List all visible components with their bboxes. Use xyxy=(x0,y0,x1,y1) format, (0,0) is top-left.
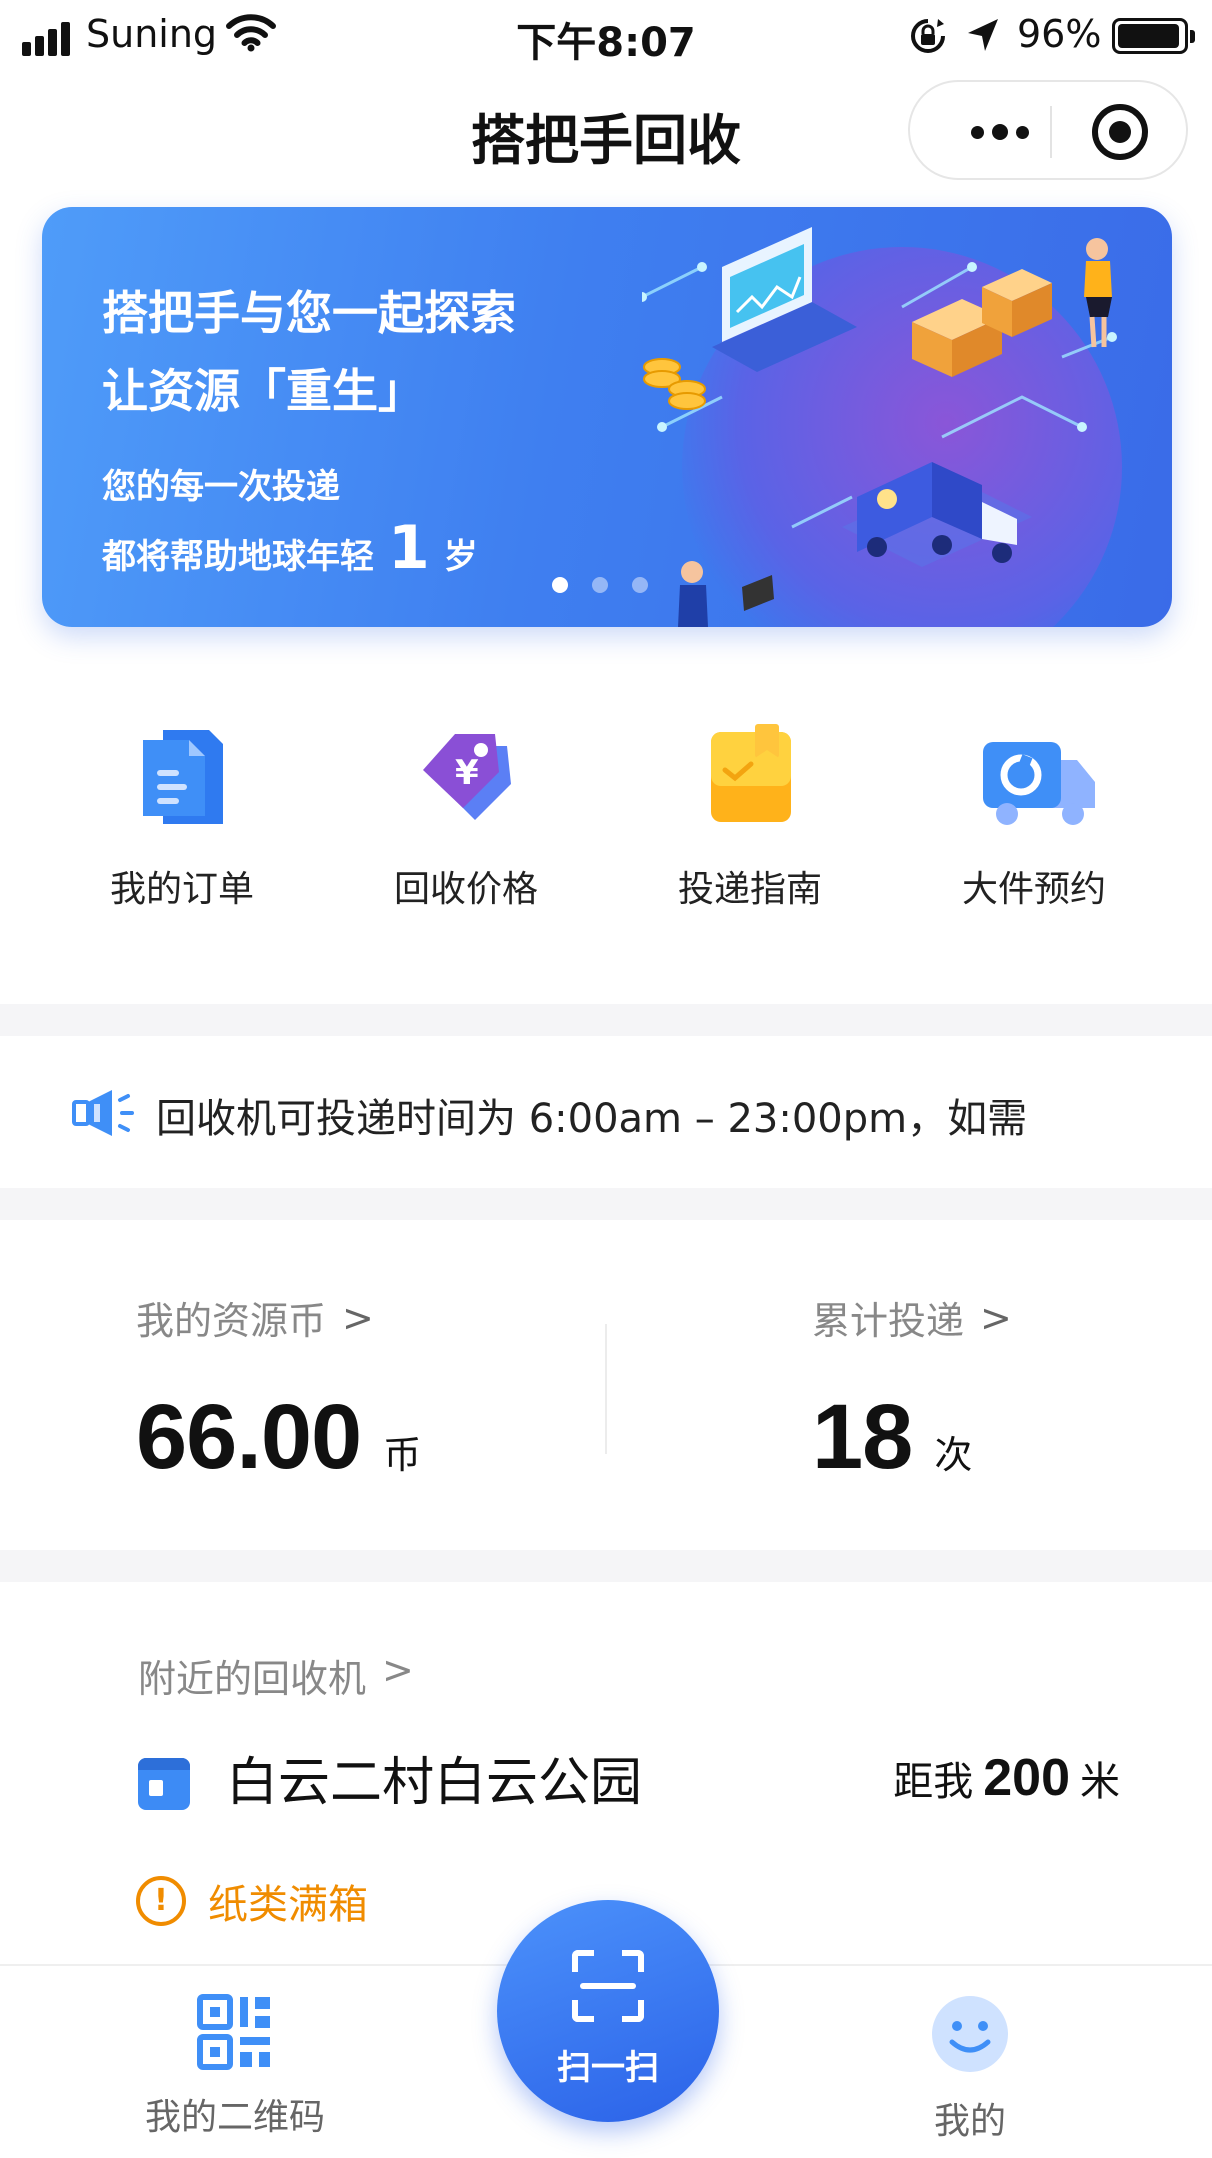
section-divider xyxy=(0,1550,1212,1582)
guide-folder-icon xyxy=(695,720,805,830)
machine-status-warning: ! 纸类满箱 xyxy=(136,1872,368,1930)
price-tag-icon: ¥ xyxy=(411,720,521,830)
more-icon[interactable] xyxy=(952,110,1048,154)
pagination-dot[interactable] xyxy=(592,577,608,593)
recycling-illustration xyxy=(642,227,1117,627)
close-target-icon[interactable] xyxy=(1092,104,1148,160)
tab-mine[interactable]: 我的 xyxy=(880,1994,1060,2144)
delivery-unit: 次 xyxy=(934,1433,973,1477)
mini-program-capsule xyxy=(908,80,1188,180)
chevron-right-icon: > xyxy=(342,1295,374,1340)
stats-panel: 我的资源币 > 66.00 币 累计投递 > 18 次 xyxy=(0,1220,1212,1550)
stats-divider xyxy=(605,1324,607,1454)
tab-label: 我的二维码 xyxy=(144,2097,325,2138)
quick-action-label: 回收价格 xyxy=(393,869,538,910)
banner-subtext-suffix: 岁 xyxy=(443,537,478,577)
capsule-divider xyxy=(1050,106,1052,158)
banner-headline-1: 搭把手与您一起探索 xyxy=(102,286,516,340)
machine-distance: 距我 200 米 xyxy=(893,1748,1120,1808)
notice-text: 回收机可投递时间为 6:00am – 23:00pm，如需 xyxy=(156,1096,1028,1142)
quick-action-recycle-price[interactable]: ¥ 回收价格 xyxy=(336,720,596,912)
coin-balance: 66.00 xyxy=(136,1386,362,1488)
stat-resource-coins[interactable]: 我的资源币 > 66.00 币 xyxy=(136,1290,421,1490)
banner-headline-2: 让资源「重生」 xyxy=(102,364,424,418)
quick-actions: 我的订单 ¥ 回收价格 投递指南 大件预约 xyxy=(0,720,1212,940)
distance-value: 200 xyxy=(983,1749,1070,1807)
scan-label: 扫一扫 xyxy=(557,2048,659,2088)
qr-code-icon xyxy=(197,1994,270,2070)
scan-icon xyxy=(572,1950,644,2022)
pagination-dot[interactable] xyxy=(552,577,568,593)
battery-icon xyxy=(1112,18,1195,54)
banner-years-number: 1 xyxy=(388,513,430,583)
battery-percent: 96% xyxy=(1017,12,1102,56)
scan-button[interactable]: 扫一扫 xyxy=(497,1900,719,2122)
tab-label: 我的 xyxy=(933,2101,1006,2142)
machine-name[interactable]: 白云二村白云公园 xyxy=(226,1740,642,1815)
location-arrow-icon xyxy=(968,19,998,51)
banner-subtext-prefix: 都将帮助地球年轻 xyxy=(102,537,374,577)
distance-unit: 米 xyxy=(1080,1759,1120,1805)
nearby-header[interactable]: 附近的回收机 > xyxy=(138,1648,414,1703)
status-bar: Suning 下午8:07 96% xyxy=(0,0,1212,70)
stat-label: 累计投递 xyxy=(812,1299,965,1343)
document-icon xyxy=(127,720,237,830)
quick-action-bulky-booking[interactable]: 大件预约 xyxy=(904,720,1164,912)
warning-text: 纸类满箱 xyxy=(208,1882,368,1928)
banner-subtext-1: 您的每一次投递 xyxy=(102,467,340,507)
coin-unit: 币 xyxy=(383,1433,422,1477)
promo-banner[interactable]: 搭把手与您一起探索 让资源「重生」 您的每一次投递 都将帮助地球年轻 1 岁 xyxy=(42,207,1172,627)
quick-action-label: 投递指南 xyxy=(677,869,822,910)
svg-text:¥: ¥ xyxy=(455,753,479,793)
chevron-right-icon: > xyxy=(980,1295,1012,1340)
banner-pagination xyxy=(552,577,648,593)
quick-action-my-orders[interactable]: 我的订单 xyxy=(52,720,312,912)
delivery-count: 18 xyxy=(812,1386,913,1488)
section-divider xyxy=(0,1188,1212,1220)
nearby-label: 附近的回收机 xyxy=(138,1657,367,1701)
chevron-right-icon: > xyxy=(382,1648,414,1692)
quick-action-label: 我的订单 xyxy=(109,869,254,910)
notice-bar[interactable]: 回收机可投递时间为 6:00am – 23:00pm，如需 xyxy=(0,1036,1212,1188)
distance-prefix: 距我 xyxy=(893,1759,974,1805)
smile-icon xyxy=(932,1996,1008,2072)
stat-total-deliveries[interactable]: 累计投递 > 18 次 xyxy=(812,1290,1012,1490)
recycling-machine-icon xyxy=(138,1758,190,1810)
truck-icon xyxy=(979,720,1095,830)
speaker-icon xyxy=(72,1090,134,1136)
tab-my-qr-code[interactable]: 我的二维码 xyxy=(140,1994,330,2140)
warning-icon: ! xyxy=(136,1876,186,1926)
banner-subtext-2: 都将帮助地球年轻 1 岁 xyxy=(102,513,478,583)
rotation-lock-icon xyxy=(911,19,945,53)
pagination-dot[interactable] xyxy=(632,577,648,593)
stat-label: 我的资源币 xyxy=(136,1299,327,1343)
quick-action-delivery-guide[interactable]: 投递指南 xyxy=(620,720,880,912)
quick-action-label: 大件预约 xyxy=(961,869,1106,910)
section-divider xyxy=(0,1004,1212,1036)
